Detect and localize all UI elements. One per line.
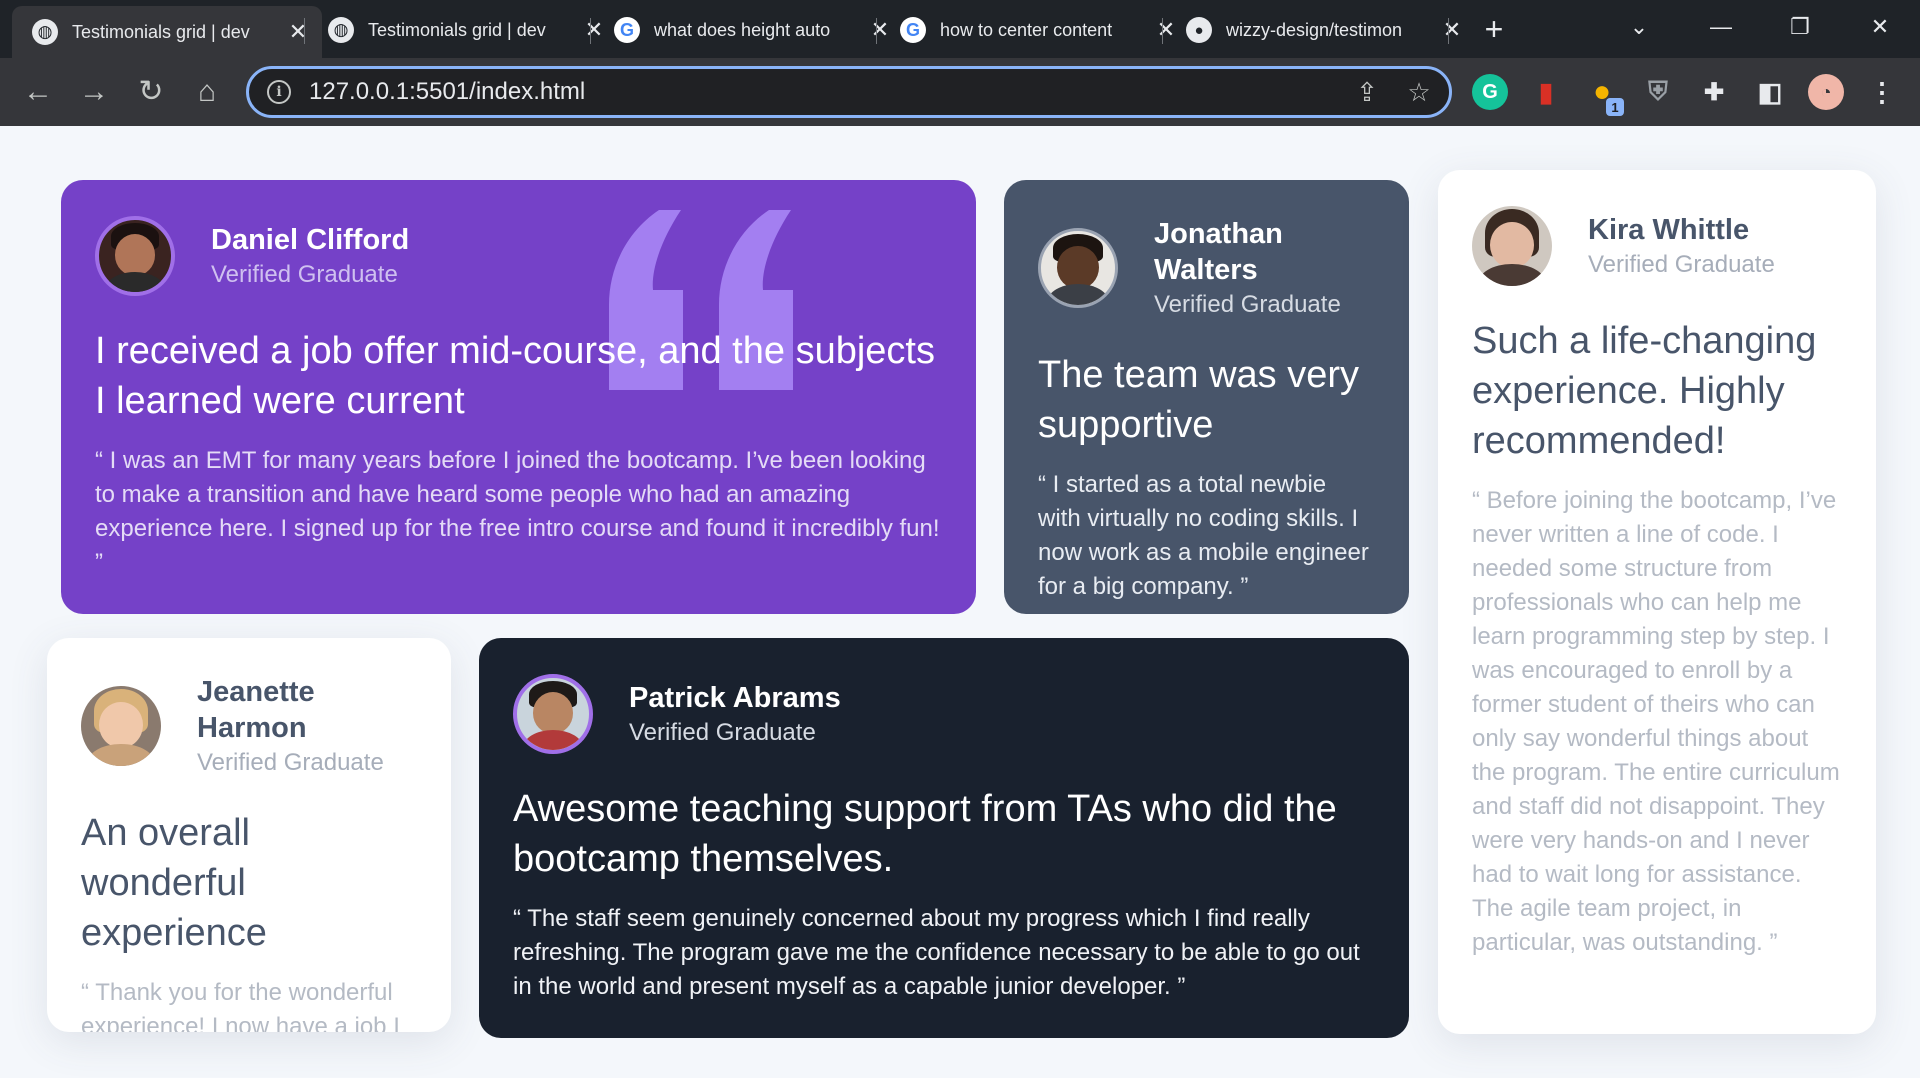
testimonial-quote: “ The staff seem genuinely concerned abo… bbox=[513, 905, 1360, 1000]
author-name: Daniel Clifford bbox=[211, 224, 410, 256]
browser-toolbar: ← → ↻ ⌂ i 127.0.0.1:5501/index.html ⇪ ☆ … bbox=[0, 58, 1920, 126]
browser-tab-1[interactable]: ◍ Testimonials grid | dev ✕ bbox=[12, 6, 322, 58]
tab-title: how to center content bbox=[940, 19, 1113, 40]
reload-icon[interactable]: ↻ bbox=[131, 72, 171, 112]
new-tab-plus-icon[interactable]: + bbox=[1474, 10, 1514, 48]
author-name: Jonathan Walters bbox=[1154, 218, 1283, 286]
share-icon[interactable]: ⇪ bbox=[1345, 77, 1389, 108]
github-icon: ● bbox=[1186, 17, 1212, 43]
card-header: Daniel Clifford Verified Graduate bbox=[95, 216, 942, 296]
author-info: Jonathan Walters Verified Graduate bbox=[1154, 216, 1375, 320]
grammarly-icon[interactable]: G bbox=[1472, 74, 1508, 110]
testimonial-card-daniel: Daniel Clifford Verified Graduate I rece… bbox=[61, 180, 976, 614]
author-info: Kira Whittle Verified Graduate bbox=[1588, 212, 1775, 280]
author-info: Patrick Abrams Verified Graduate bbox=[629, 680, 841, 748]
home-icon[interactable]: ⌂ bbox=[187, 72, 227, 112]
tab-title: Testimonials grid | dev bbox=[72, 21, 250, 42]
google-icon: G bbox=[614, 17, 640, 43]
avatar bbox=[1472, 206, 1552, 286]
profile-avatar-icon[interactable]: ◔ bbox=[1808, 74, 1844, 110]
tab-title: Testimonials grid | dev bbox=[368, 19, 546, 40]
browser-tab-3[interactable]: G what does height auto ✕ bbox=[594, 8, 904, 52]
site-info-icon[interactable]: i bbox=[267, 80, 291, 104]
testimonials-page: Daniel Clifford Verified Graduate I rece… bbox=[0, 126, 1920, 1078]
back-arrow-icon[interactable]: ← bbox=[18, 72, 58, 112]
testimonial-headline: Awesome teaching support from TAs who di… bbox=[513, 788, 1337, 880]
testimonial-headline: The team was very supportive bbox=[1038, 354, 1359, 446]
tab-divider bbox=[876, 18, 877, 44]
testimonial-headline: I received a job offer mid-course, and t… bbox=[95, 330, 935, 422]
cookie-extension-icon[interactable]: ● 1 bbox=[1584, 74, 1624, 116]
card-header: Jeanette Harmon Verified Graduate bbox=[81, 674, 417, 778]
tab-title: wizzy-design/testimon bbox=[1226, 19, 1403, 40]
testimonial-card-jeanette: Jeanette Harmon Verified Graduate An ove… bbox=[47, 638, 451, 1032]
menu-kebab-icon[interactable]: ⋮ bbox=[1864, 74, 1900, 110]
testimonial-quote: “ Before joining the bootcamp, I’ve neve… bbox=[1472, 487, 1840, 956]
author-role: Verified Graduate bbox=[197, 749, 384, 776]
author-role: Verified Graduate bbox=[1588, 251, 1775, 278]
tab-title: what does height auto bbox=[654, 19, 831, 40]
testimonial-headline: Such a life-changing experience. Highly … bbox=[1472, 320, 1817, 462]
globe-icon: ◍ bbox=[32, 19, 58, 45]
close-icon[interactable]: ✕ bbox=[286, 19, 310, 45]
browser-tab-strip: ◍ Testimonials grid | dev ✕ ◍ Testimonia… bbox=[0, 0, 1920, 58]
avatar bbox=[1038, 228, 1118, 308]
address-bar[interactable]: i 127.0.0.1:5501/index.html ⇪ ☆ bbox=[246, 66, 1452, 118]
testimonial-quote: “ I started as a total newbie with virtu… bbox=[1038, 471, 1369, 600]
author-name: Jeanette Harmon bbox=[197, 676, 315, 744]
google-icon: G bbox=[900, 17, 926, 43]
testimonial-quote: “ Thank you for the wonderful experience… bbox=[81, 979, 400, 1032]
tab-divider bbox=[304, 18, 305, 44]
bookmark-extension-icon[interactable]: ▮ bbox=[1528, 74, 1564, 110]
tab-search-chevron-icon[interactable]: ⌄ bbox=[1619, 8, 1659, 46]
minimize-icon[interactable]: — bbox=[1701, 8, 1741, 46]
card-header: Patrick Abrams Verified Graduate bbox=[513, 674, 1375, 754]
author-info: Jeanette Harmon Verified Graduate bbox=[197, 674, 417, 778]
url-text[interactable]: 127.0.0.1:5501/index.html bbox=[309, 78, 1345, 106]
testimonial-card-kira: Kira Whittle Verified Graduate Such a li… bbox=[1438, 170, 1876, 1034]
testimonial-quote: “ I was an EMT for many years before I j… bbox=[95, 447, 940, 576]
browser-tab-2[interactable]: ◍ Testimonials grid | dev ✕ bbox=[308, 8, 618, 52]
browser-tab-4[interactable]: G how to center content ✕ bbox=[880, 8, 1190, 52]
puzzle-extensions-icon[interactable]: ✚ bbox=[1696, 74, 1732, 110]
card-header: Kira Whittle Verified Graduate bbox=[1472, 206, 1842, 286]
tab-divider bbox=[1162, 18, 1163, 44]
author-name: Kira Whittle bbox=[1588, 214, 1750, 246]
shield-extension-icon[interactable]: ⛨ bbox=[1640, 74, 1676, 110]
testimonial-headline: An overall wonderful experience bbox=[81, 812, 267, 954]
tab-divider bbox=[590, 18, 591, 44]
close-icon[interactable]: ✕ bbox=[1440, 17, 1464, 43]
avatar bbox=[513, 674, 593, 754]
globe-icon: ◍ bbox=[328, 17, 354, 43]
window-close-icon[interactable]: ✕ bbox=[1860, 8, 1900, 46]
author-role: Verified Graduate bbox=[629, 719, 816, 746]
extension-badge: 1 bbox=[1606, 98, 1624, 116]
author-info: Daniel Clifford Verified Graduate bbox=[211, 222, 409, 290]
bookmark-star-icon[interactable]: ☆ bbox=[1397, 77, 1441, 108]
side-panel-icon[interactable]: ◧ bbox=[1752, 74, 1788, 110]
restore-icon[interactable]: ❐ bbox=[1780, 8, 1820, 46]
avatar bbox=[95, 216, 175, 296]
author-name: Patrick Abrams bbox=[629, 682, 841, 714]
testimonial-card-jonathan: Jonathan Walters Verified Graduate The t… bbox=[1004, 180, 1409, 614]
browser-tab-5[interactable]: ● wizzy-design/testimon ✕ bbox=[1166, 8, 1476, 52]
author-role: Verified Graduate bbox=[1154, 291, 1341, 318]
card-header: Jonathan Walters Verified Graduate bbox=[1038, 216, 1375, 320]
tab-divider bbox=[1448, 18, 1449, 44]
forward-arrow-icon[interactable]: → bbox=[74, 72, 114, 112]
author-role: Verified Graduate bbox=[211, 261, 398, 288]
testimonial-card-patrick: Patrick Abrams Verified Graduate Awesome… bbox=[479, 638, 1409, 1038]
avatar bbox=[81, 686, 161, 766]
